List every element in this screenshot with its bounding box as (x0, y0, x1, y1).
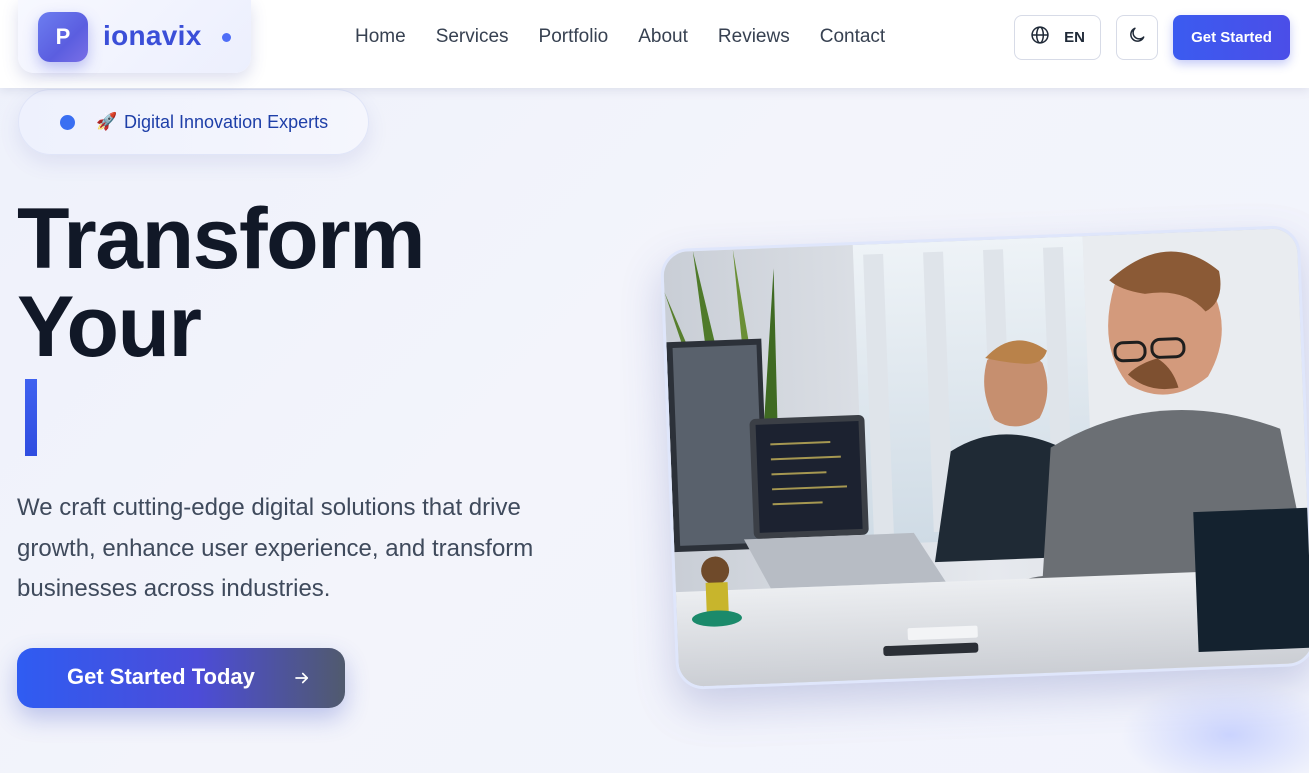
theme-toggle-button[interactable] (1116, 15, 1158, 60)
site-header: P ionavix Home Services Portfolio About … (0, 0, 1309, 88)
nav-item-contact[interactable]: Contact (820, 26, 885, 48)
hero-headline: Transform Your (17, 195, 426, 371)
office-photo-illustration (662, 227, 1309, 691)
typing-cursor (25, 379, 37, 456)
hero-image (659, 224, 1309, 691)
nav-item-reviews[interactable]: Reviews (718, 26, 790, 48)
rocket-icon: 🚀 (96, 112, 118, 131)
nav-item-about[interactable]: About (638, 26, 688, 48)
brand-name[interactable]: ionavix (103, 20, 202, 52)
nav-item-portfolio[interactable]: Portfolio (539, 26, 609, 48)
hero-badge: 🚀 Digital Innovation Experts (18, 89, 369, 155)
moon-icon (1127, 25, 1147, 50)
hero-description: We craft cutting-edge digital solutions … (17, 494, 534, 602)
get-started-button[interactable]: Get Started (1173, 15, 1290, 60)
brand-logo-container[interactable]: P ionavix (18, 0, 251, 73)
decorative-glow (1120, 680, 1309, 773)
nav-item-home[interactable]: Home (355, 26, 406, 48)
globe-icon (1030, 25, 1050, 50)
badge-text: Digital Innovation Experts (124, 112, 329, 132)
main-nav: Home Services Portfolio About Reviews Co… (355, 26, 915, 48)
logo-mark[interactable]: P (38, 12, 88, 62)
language-switcher-button[interactable]: EN (1014, 15, 1101, 60)
brand-dot-icon (222, 33, 231, 42)
headline-line-2: Your (17, 279, 202, 375)
badge-dot-icon (60, 115, 75, 130)
get-started-today-button[interactable]: Get Started Today (17, 648, 345, 708)
language-code: EN (1064, 29, 1085, 46)
headline-line-1: Transform (17, 191, 426, 287)
arrow-right-icon (293, 669, 311, 692)
cta-label: Get Started Today (67, 664, 255, 689)
nav-item-services[interactable]: Services (436, 26, 509, 48)
